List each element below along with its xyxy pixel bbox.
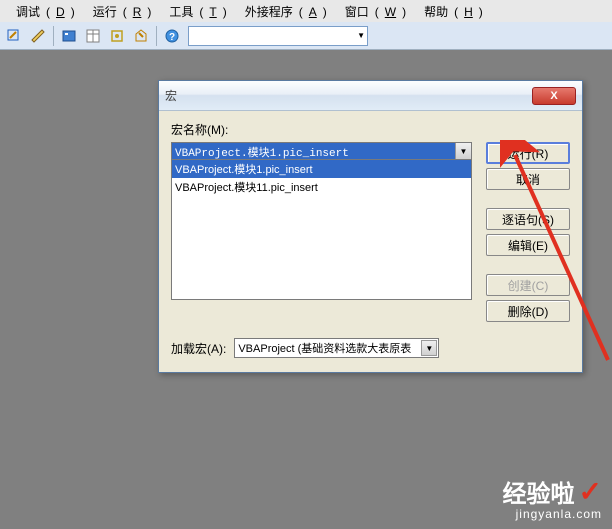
macro-name-label: 宏名称(M): <box>171 121 570 138</box>
toolbar-dropdown[interactable]: ▼ <box>188 26 368 46</box>
menu-addins[interactable]: 外接程序(A) <box>233 1 333 22</box>
design-mode-icon <box>6 28 22 44</box>
macro-in-select[interactable]: VBAProject (基础资料选款大表原表 ▼ <box>234 338 439 358</box>
macro-in-value: VBAProject (基础资料选款大表原表 <box>238 340 421 356</box>
dialog-titlebar[interactable]: 宏 X <box>159 81 582 111</box>
watermark: 经验啦 ✓ jingyanla.com <box>503 474 602 521</box>
cancel-button[interactable]: 取消 <box>486 168 570 190</box>
macro-listbox[interactable]: VBAProject.模块1.pic_insert VBAProject.模块1… <box>171 160 472 300</box>
menu-debug[interactable]: 调试(D) <box>4 1 81 22</box>
toolbar-btn-1[interactable] <box>3 25 25 47</box>
help-icon: ? <box>164 28 180 44</box>
toolbar-separator <box>156 26 157 46</box>
chevron-down-icon: ▼ <box>357 31 365 40</box>
create-button: 创建(C) <box>486 274 570 296</box>
toolbar-btn-2[interactable] <box>27 25 49 47</box>
macro-in-label: 加载宏(A): <box>171 340 226 357</box>
step-into-button[interactable]: 逐语句(S) <box>486 208 570 230</box>
object-browser-icon <box>109 28 125 44</box>
toolbox-icon <box>133 28 149 44</box>
macro-dialog: 宏 X 宏名称(M): VBAProject.模块1.pic_insert ▼ … <box>158 80 583 373</box>
select-dropdown-button[interactable]: ▼ <box>421 340 437 356</box>
checkmark-icon: ✓ <box>579 475 602 508</box>
svg-text:?: ? <box>169 32 175 43</box>
combo-dropdown-button[interactable]: ▼ <box>455 143 471 159</box>
dialog-title: 宏 <box>165 87 532 104</box>
list-item[interactable]: VBAProject.模块1.pic_insert <box>172 160 471 178</box>
toolbar-separator <box>53 26 54 46</box>
toolbar-btn-6[interactable] <box>130 25 152 47</box>
edit-button[interactable]: 编辑(E) <box>486 234 570 256</box>
toolbar-btn-5[interactable] <box>106 25 128 47</box>
delete-button[interactable]: 删除(D) <box>486 300 570 322</box>
project-icon <box>61 28 77 44</box>
chevron-down-icon: ▼ <box>460 147 468 156</box>
macro-name-combo[interactable]: VBAProject.模块1.pic_insert ▼ <box>171 142 472 160</box>
menu-run[interactable]: 运行(R) <box>81 1 158 22</box>
menu-help[interactable]: 帮助(H) <box>412 1 489 22</box>
properties-icon <box>85 28 101 44</box>
watermark-text: 经验啦 <box>503 474 575 509</box>
close-button[interactable]: X <box>532 87 576 105</box>
menu-tools[interactable]: 工具(T) <box>157 1 232 22</box>
toolbar: ? ▼ <box>0 22 612 50</box>
menu-window[interactable]: 窗口(W) <box>333 1 412 22</box>
watermark-url: jingyanla.com <box>503 507 602 521</box>
toolbar-btn-4[interactable] <box>82 25 104 47</box>
macro-name-value: VBAProject.模块1.pic_insert <box>172 143 455 159</box>
close-icon: X <box>550 90 557 102</box>
list-item[interactable]: VBAProject.模块11.pic_insert <box>172 178 471 196</box>
ruler-icon <box>30 28 46 44</box>
chevron-down-icon: ▼ <box>425 344 433 353</box>
run-button[interactable]: 运行(R) <box>486 142 570 164</box>
toolbar-btn-3[interactable] <box>58 25 80 47</box>
dialog-body: 宏名称(M): VBAProject.模块1.pic_insert ▼ VBAP… <box>159 111 582 372</box>
menu-bar: 调试(D) 运行(R) 工具(T) 外接程序(A) 窗口(W) 帮助(H) <box>0 0 612 22</box>
toolbar-help-btn[interactable]: ? <box>161 25 183 47</box>
